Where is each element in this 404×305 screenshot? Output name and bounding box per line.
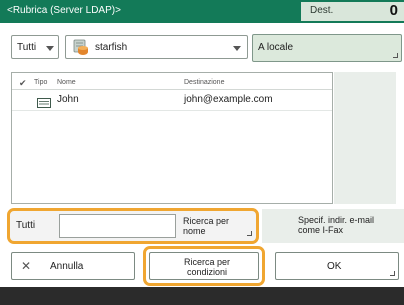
ifax-button[interactable]: Specif. indir. e-mail come I-Fax <box>262 209 404 243</box>
list-item[interactable]: John john@example.com <box>12 91 332 109</box>
corner-arrow-icon <box>390 271 395 276</box>
list-scrollbar[interactable] <box>334 72 396 204</box>
to-local-label: A locale <box>258 42 294 53</box>
ok-label: OK <box>327 261 342 272</box>
category-dropdown[interactable]: Tutti <box>11 35 59 59</box>
name-search-group: Tutti Ricerca per nome <box>7 208 259 244</box>
to-local-button[interactable]: A locale <box>252 34 402 62</box>
category-value: Tutti <box>17 42 37 53</box>
cancel-label: Annulla <box>50 261 84 272</box>
title-bar: <Rubrica (Server LDAP)> Dest. 0 <box>0 0 404 23</box>
row-divider <box>12 110 332 111</box>
search-by-name-button[interactable]: Ricerca per nome <box>180 212 256 240</box>
search-by-conditions-label: Ricerca per condizioni <box>183 257 230 277</box>
select-column-header: ✔ <box>19 78 27 88</box>
corner-arrow-icon <box>393 53 398 58</box>
type-column-header[interactable]: Tipo <box>34 79 47 86</box>
ok-button[interactable]: OK <box>275 252 399 280</box>
search-input[interactable] <box>59 214 176 238</box>
search-scope-label: Tutti <box>16 220 36 231</box>
header-divider <box>12 89 332 90</box>
contact-destination: john@example.com <box>184 94 273 105</box>
destination-counter: Dest. 0 <box>301 2 404 21</box>
server-icon <box>72 39 90 56</box>
envelope-icon <box>37 95 51 108</box>
address-list: ✔ Tipo Nome Destinazione John john@examp… <box>11 72 333 204</box>
ldap-server-dropdown[interactable]: starfish <box>65 35 248 59</box>
search-by-conditions-highlight: Ricerca per condizioni <box>143 246 265 286</box>
name-column-header[interactable]: Nome <box>57 79 76 86</box>
contact-name: John <box>57 94 79 105</box>
destination-count: 0 <box>389 2 398 19</box>
chevron-down-icon <box>46 46 54 51</box>
ifax-label: Specif. indir. e-mail come I-Fax <box>298 215 375 235</box>
cancel-button[interactable]: ✕ Annulla <box>11 252 135 280</box>
corner-arrow-icon <box>247 231 252 236</box>
search-by-conditions-button[interactable]: Ricerca per condizioni <box>149 252 259 280</box>
window-title: <Rubrica (Server LDAP)> <box>7 5 121 16</box>
server-value: starfish <box>95 42 128 53</box>
close-icon: ✕ <box>21 259 32 273</box>
search-by-name-label: Ricerca per nome <box>183 216 230 236</box>
chevron-down-icon <box>233 46 241 51</box>
destination-label: Dest. <box>310 5 334 16</box>
status-bar <box>0 287 404 305</box>
destination-column-header[interactable]: Destinazione <box>184 79 224 86</box>
